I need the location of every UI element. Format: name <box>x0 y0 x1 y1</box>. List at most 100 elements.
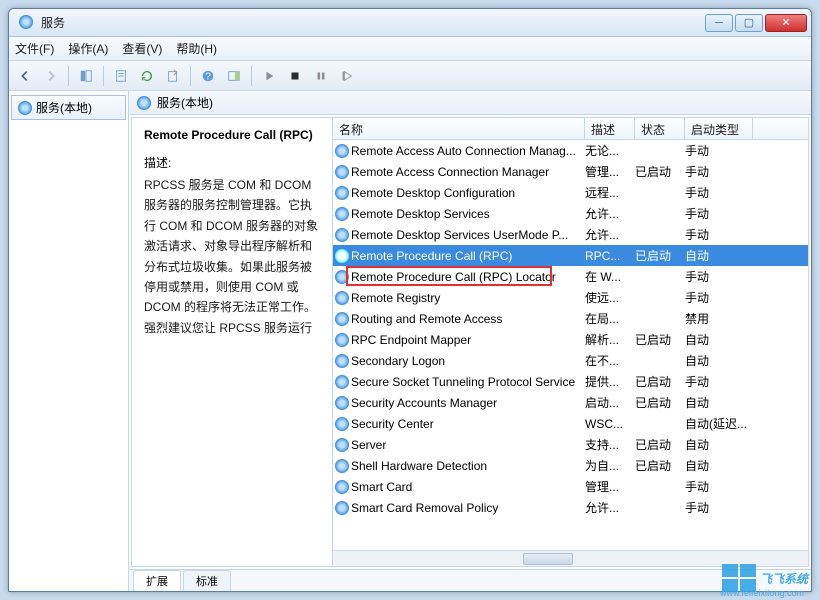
service-name: Server <box>351 438 585 452</box>
service-desc: 无论... <box>585 142 635 159</box>
gear-icon <box>18 101 32 115</box>
action-pane-button[interactable] <box>222 64 246 88</box>
horizontal-scrollbar[interactable] <box>333 550 808 566</box>
service-row[interactable]: Remote Access Connection Manager管理...已启动… <box>333 161 808 182</box>
service-row[interactable]: Remote Procedure Call (RPC)RPC...已启动自动 <box>333 245 808 266</box>
service-desc: 在不... <box>585 352 635 369</box>
services-window: 服务 ─ ▢ ✕ 文件(F) 操作(A) 查看(V) 帮助(H) ? <box>8 8 812 592</box>
forward-button[interactable] <box>39 64 63 88</box>
service-desc: 管理... <box>585 163 635 180</box>
svg-text:?: ? <box>205 70 211 82</box>
service-name: RPC Endpoint Mapper <box>351 333 585 347</box>
properties-button[interactable] <box>109 64 133 88</box>
col-status[interactable]: 状态 <box>635 118 685 139</box>
service-row[interactable]: Remote Desktop Configuration远程...手动 <box>333 182 808 203</box>
show-hide-tree-button[interactable] <box>74 64 98 88</box>
restart-service-button[interactable] <box>335 64 359 88</box>
service-row[interactable]: Remote Desktop Services允许...手动 <box>333 203 808 224</box>
service-row[interactable]: Smart Card Removal Policy允许...手动 <box>333 497 808 518</box>
refresh-button[interactable] <box>135 64 159 88</box>
detail-pane: Remote Procedure Call (RPC) 描述: RPCSS 服务… <box>132 118 332 566</box>
tree-root-item[interactable]: 服务(本地) <box>11 95 126 120</box>
service-row[interactable]: Security Accounts Manager启动...已启动自动 <box>333 392 808 413</box>
service-status: 已启动 <box>635 394 685 411</box>
service-startup: 自动 <box>685 352 753 369</box>
service-desc: 提供... <box>585 373 635 390</box>
gear-icon <box>333 228 351 242</box>
service-row[interactable]: Remote Desktop Services UserMode P...允许.… <box>333 224 808 245</box>
service-row[interactable]: Secondary Logon在不... 自动 <box>333 350 808 371</box>
service-startup: 手动 <box>685 142 753 159</box>
service-row[interactable]: Shell Hardware Detection为自...已启动自动 <box>333 455 808 476</box>
service-name: Smart Card <box>351 480 585 494</box>
service-startup: 手动 <box>685 226 753 243</box>
service-name: Secondary Logon <box>351 354 585 368</box>
gear-icon <box>333 438 351 452</box>
gear-icon <box>333 186 351 200</box>
content-heading: 服务(本地) <box>157 94 213 111</box>
menu-action[interactable]: 操作(A) <box>68 40 108 57</box>
detail-desc: RPCSS 服务是 COM 和 DCOM 服务器的服务控制管理器。它执行 COM… <box>144 175 320 338</box>
separator <box>68 66 69 86</box>
col-name[interactable]: 名称 <box>333 118 585 139</box>
detail-title: Remote Procedure Call (RPC) <box>144 128 320 142</box>
service-row[interactable]: Security CenterWSC...自动(延迟... <box>333 413 808 434</box>
service-row[interactable]: Remote Procedure Call (RPC) Locator在 W..… <box>333 266 808 287</box>
scrollbar-thumb[interactable] <box>523 553 573 565</box>
watermark-url: www.feifeixitong.com <box>720 588 804 598</box>
service-name: Remote Procedure Call (RPC) Locator <box>351 270 585 284</box>
minimize-button[interactable]: ─ <box>705 14 733 32</box>
service-startup: 手动 <box>685 184 753 201</box>
stop-service-button[interactable] <box>283 64 307 88</box>
col-desc[interactable]: 描述 <box>585 118 635 139</box>
separator <box>251 66 252 86</box>
app-icon <box>19 15 35 31</box>
service-desc: 远程... <box>585 184 635 201</box>
gear-icon <box>333 333 351 347</box>
tree-pane: 服务(本地) <box>9 91 129 591</box>
gear-icon <box>333 165 351 179</box>
tab-standard[interactable]: 标准 <box>183 570 231 591</box>
gear-icon <box>333 501 351 515</box>
body: 服务(本地) 服务(本地) Remote Procedure Call (RPC… <box>9 91 811 591</box>
service-desc: 允许... <box>585 499 635 516</box>
service-startup: 自动 <box>685 457 753 474</box>
service-status: 已启动 <box>635 331 685 348</box>
service-desc: 允许... <box>585 226 635 243</box>
col-startup[interactable]: 启动类型 <box>685 118 753 139</box>
service-row[interactable]: Routing and Remote Access在局...禁用 <box>333 308 808 329</box>
pause-service-button[interactable] <box>309 64 333 88</box>
service-startup: 手动 <box>685 499 753 516</box>
start-service-button[interactable] <box>257 64 281 88</box>
close-button[interactable]: ✕ <box>765 14 807 32</box>
menu-help[interactable]: 帮助(H) <box>176 40 217 57</box>
back-button[interactable] <box>13 64 37 88</box>
service-row[interactable]: Remote Access Auto Connection Manag...无论… <box>333 140 808 161</box>
service-startup: 自动 <box>685 436 753 453</box>
service-name: Remote Desktop Services <box>351 207 585 221</box>
gear-icon <box>333 459 351 473</box>
service-startup: 手动 <box>685 268 753 285</box>
service-rows: Remote Access Auto Connection Manag...无论… <box>333 140 808 550</box>
tab-extended[interactable]: 扩展 <box>133 570 181 591</box>
maximize-button[interactable]: ▢ <box>735 14 763 32</box>
service-row[interactable]: Remote Registry使远...手动 <box>333 287 808 308</box>
service-startup: 手动 <box>685 205 753 222</box>
service-desc: 使远... <box>585 289 635 306</box>
export-button[interactable] <box>161 64 185 88</box>
service-desc: 在局... <box>585 310 635 327</box>
service-name: Security Accounts Manager <box>351 396 585 410</box>
gear-icon <box>333 312 351 326</box>
service-name: Remote Registry <box>351 291 585 305</box>
service-row[interactable]: Server支持...已启动自动 <box>333 434 808 455</box>
menu-view[interactable]: 查看(V) <box>122 40 162 57</box>
service-status: 已启动 <box>635 163 685 180</box>
titlebar[interactable]: 服务 ─ ▢ ✕ <box>9 9 811 37</box>
service-row[interactable]: Secure Socket Tunneling Protocol Service… <box>333 371 808 392</box>
service-row[interactable]: RPC Endpoint Mapper解析...已启动自动 <box>333 329 808 350</box>
service-startup: 手动 <box>685 478 753 495</box>
gear-icon <box>333 207 351 221</box>
service-row[interactable]: Smart Card管理...手动 <box>333 476 808 497</box>
help-button[interactable]: ? <box>196 64 220 88</box>
menu-file[interactable]: 文件(F) <box>15 40 54 57</box>
